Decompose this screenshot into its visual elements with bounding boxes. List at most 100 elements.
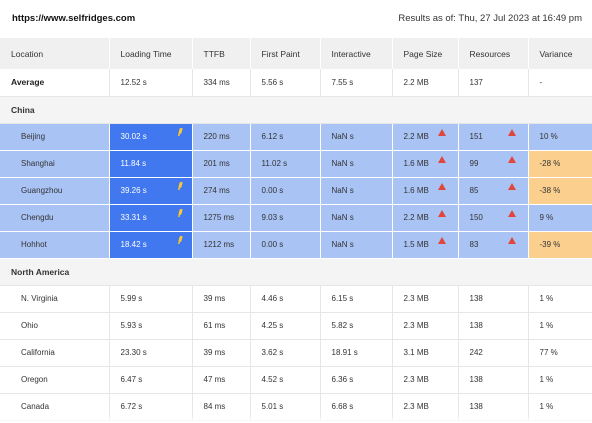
- site-url[interactable]: https://www.selfridges.com: [12, 13, 135, 24]
- col-interactive[interactable]: Interactive: [320, 38, 393, 69]
- resources-cell: 150: [458, 204, 529, 232]
- table-row[interactable]: Hohhot 18.42 s 1212 ms 0.00 s NaN s 1.5 …: [0, 231, 592, 259]
- resources-value: 99: [469, 159, 479, 168]
- resources-cell: 85: [458, 177, 529, 205]
- resources-value: 83: [469, 240, 479, 249]
- group-label: North America: [0, 258, 592, 286]
- location-cell: California: [0, 339, 110, 367]
- loading-time-cell: 5.93 s: [109, 312, 193, 340]
- page-size-cell: 2.3 MB: [392, 312, 459, 340]
- warning-icon: [507, 182, 516, 190]
- warning-icon: [507, 128, 516, 136]
- col-variance[interactable]: Variance: [528, 38, 592, 69]
- average-label: Average: [0, 69, 110, 97]
- page-size-value: 2.2 MB: [403, 213, 429, 222]
- results-timestamp: Results as of: Thu, 27 Jul 2023 at 16:49…: [398, 13, 582, 24]
- table-row[interactable]: Shanghai 11.84 s 201 ms 11.02 s NaN s 1.…: [0, 150, 592, 178]
- variance-cell: 10 %: [528, 123, 592, 151]
- resources-cell: 99: [458, 150, 529, 178]
- first-paint-cell: 4.52 s: [250, 366, 321, 394]
- interactive-cell: 6.36 s: [320, 366, 393, 394]
- warning-icon: [507, 236, 516, 244]
- first-paint-cell: 11.02 s: [250, 150, 321, 178]
- loading-time-value: 33.31 s: [120, 213, 147, 222]
- location-cell: Guangzhou: [0, 177, 110, 205]
- ttfb-cell: 39 ms: [192, 285, 251, 313]
- warning-icon: [437, 128, 446, 136]
- col-page-size[interactable]: Page Size: [392, 38, 459, 69]
- results-header: https://www.selfridges.com Results as of…: [0, 0, 592, 37]
- interactive-cell: 18.91 s: [320, 339, 393, 367]
- first-paint-cell: 9.03 s: [250, 204, 321, 232]
- page-size-cell: 1.5 MB: [392, 231, 459, 259]
- average-interactive: 7.55 s: [320, 69, 393, 97]
- average-page-size: 2.2 MB: [392, 69, 459, 97]
- col-ttfb[interactable]: TTFB: [192, 38, 251, 69]
- variance-cell: -38 %: [528, 177, 592, 205]
- interactive-cell: 5.82 s: [320, 312, 393, 340]
- warning-icon: [437, 182, 446, 190]
- results-table: Location Loading Time TTFB First Paint I…: [0, 38, 592, 421]
- bottom-fade: [0, 415, 592, 423]
- table-row[interactable]: Guangzhou 39.26 s 274 ms 0.00 s NaN s 1.…: [0, 177, 592, 205]
- group-header-north-america: North America: [0, 258, 592, 286]
- loading-time-cell: 18.42 s: [109, 231, 193, 259]
- variance-cell: 77 %: [528, 339, 592, 367]
- ttfb-cell: 274 ms: [192, 177, 251, 205]
- group-label: China: [0, 96, 592, 124]
- page-size-value: 1.5 MB: [403, 240, 429, 249]
- col-location[interactable]: Location: [0, 38, 110, 69]
- page-size-value: 1.6 MB: [403, 159, 429, 168]
- col-loading-time[interactable]: Loading Time: [109, 38, 193, 69]
- variance-cell: -39 %: [528, 231, 592, 259]
- bolt-icon: [177, 127, 183, 134]
- col-resources[interactable]: Resources: [458, 38, 529, 69]
- resources-cell: 83: [458, 231, 529, 259]
- table-row[interactable]: Chengdu 33.31 s 1275 ms 9.03 s NaN s 2.2…: [0, 204, 592, 232]
- average-row: Average 12.52 s 334 ms 5.56 s 7.55 s 2.2…: [0, 69, 592, 97]
- first-paint-cell: 6.12 s: [250, 123, 321, 151]
- location-cell: Chengdu: [0, 204, 110, 232]
- variance-cell: 1 %: [528, 312, 592, 340]
- location-cell: Hohhot: [0, 231, 110, 259]
- table-row[interactable]: Ohio 5.93 s 61 ms 4.25 s 5.82 s 2.3 MB 1…: [0, 312, 592, 340]
- ttfb-cell: 1212 ms: [192, 231, 251, 259]
- ttfb-cell: 201 ms: [192, 150, 251, 178]
- average-resources: 137: [458, 69, 529, 97]
- loading-time-cell: 33.31 s: [109, 204, 193, 232]
- bolt-icon: [177, 208, 183, 215]
- interactive-cell: NaN s: [320, 204, 393, 232]
- page-size-cell: 3.1 MB: [392, 339, 459, 367]
- resources-cell: 138: [458, 285, 529, 313]
- resources-value: 85: [469, 186, 479, 195]
- table-row[interactable]: California 23.30 s 39 ms 3.62 s 18.91 s …: [0, 339, 592, 367]
- loading-time-value: 30.02 s: [120, 132, 147, 141]
- average-variance: -: [528, 69, 592, 97]
- average-loading-time: 12.52 s: [109, 69, 193, 97]
- page-size-cell: 2.3 MB: [392, 366, 459, 394]
- location-cell: N. Virginia: [0, 285, 110, 313]
- table-row[interactable]: Beijing 30.02 s 220 ms 6.12 s NaN s 2.2 …: [0, 123, 592, 151]
- table-row[interactable]: Oregon 6.47 s 47 ms 4.52 s 6.36 s 2.3 MB…: [0, 366, 592, 394]
- page-size-cell: 2.2 MB: [392, 204, 459, 232]
- first-paint-cell: 0.00 s: [250, 177, 321, 205]
- ttfb-cell: 47 ms: [192, 366, 251, 394]
- loading-time-value: 18.42 s: [120, 240, 147, 249]
- interactive-cell: NaN s: [320, 123, 393, 151]
- loading-time-cell: 39.26 s: [109, 177, 193, 205]
- warning-icon: [507, 209, 516, 217]
- resources-cell: 138: [458, 312, 529, 340]
- average-first-paint: 5.56 s: [250, 69, 321, 97]
- warning-icon: [437, 209, 446, 217]
- location-cell: Ohio: [0, 312, 110, 340]
- location-cell: Oregon: [0, 366, 110, 394]
- col-first-paint[interactable]: First Paint: [250, 38, 321, 69]
- loading-time-cell: 30.02 s: [109, 123, 193, 151]
- group-header-china: China: [0, 96, 592, 124]
- warning-icon: [437, 155, 446, 163]
- table-row[interactable]: N. Virginia 5.99 s 39 ms 4.46 s 6.15 s 2…: [0, 285, 592, 313]
- location-cell: Shanghai: [0, 150, 110, 178]
- page-size-cell: 1.6 MB: [392, 150, 459, 178]
- variance-cell: 1 %: [528, 366, 592, 394]
- bolt-icon: [177, 181, 183, 188]
